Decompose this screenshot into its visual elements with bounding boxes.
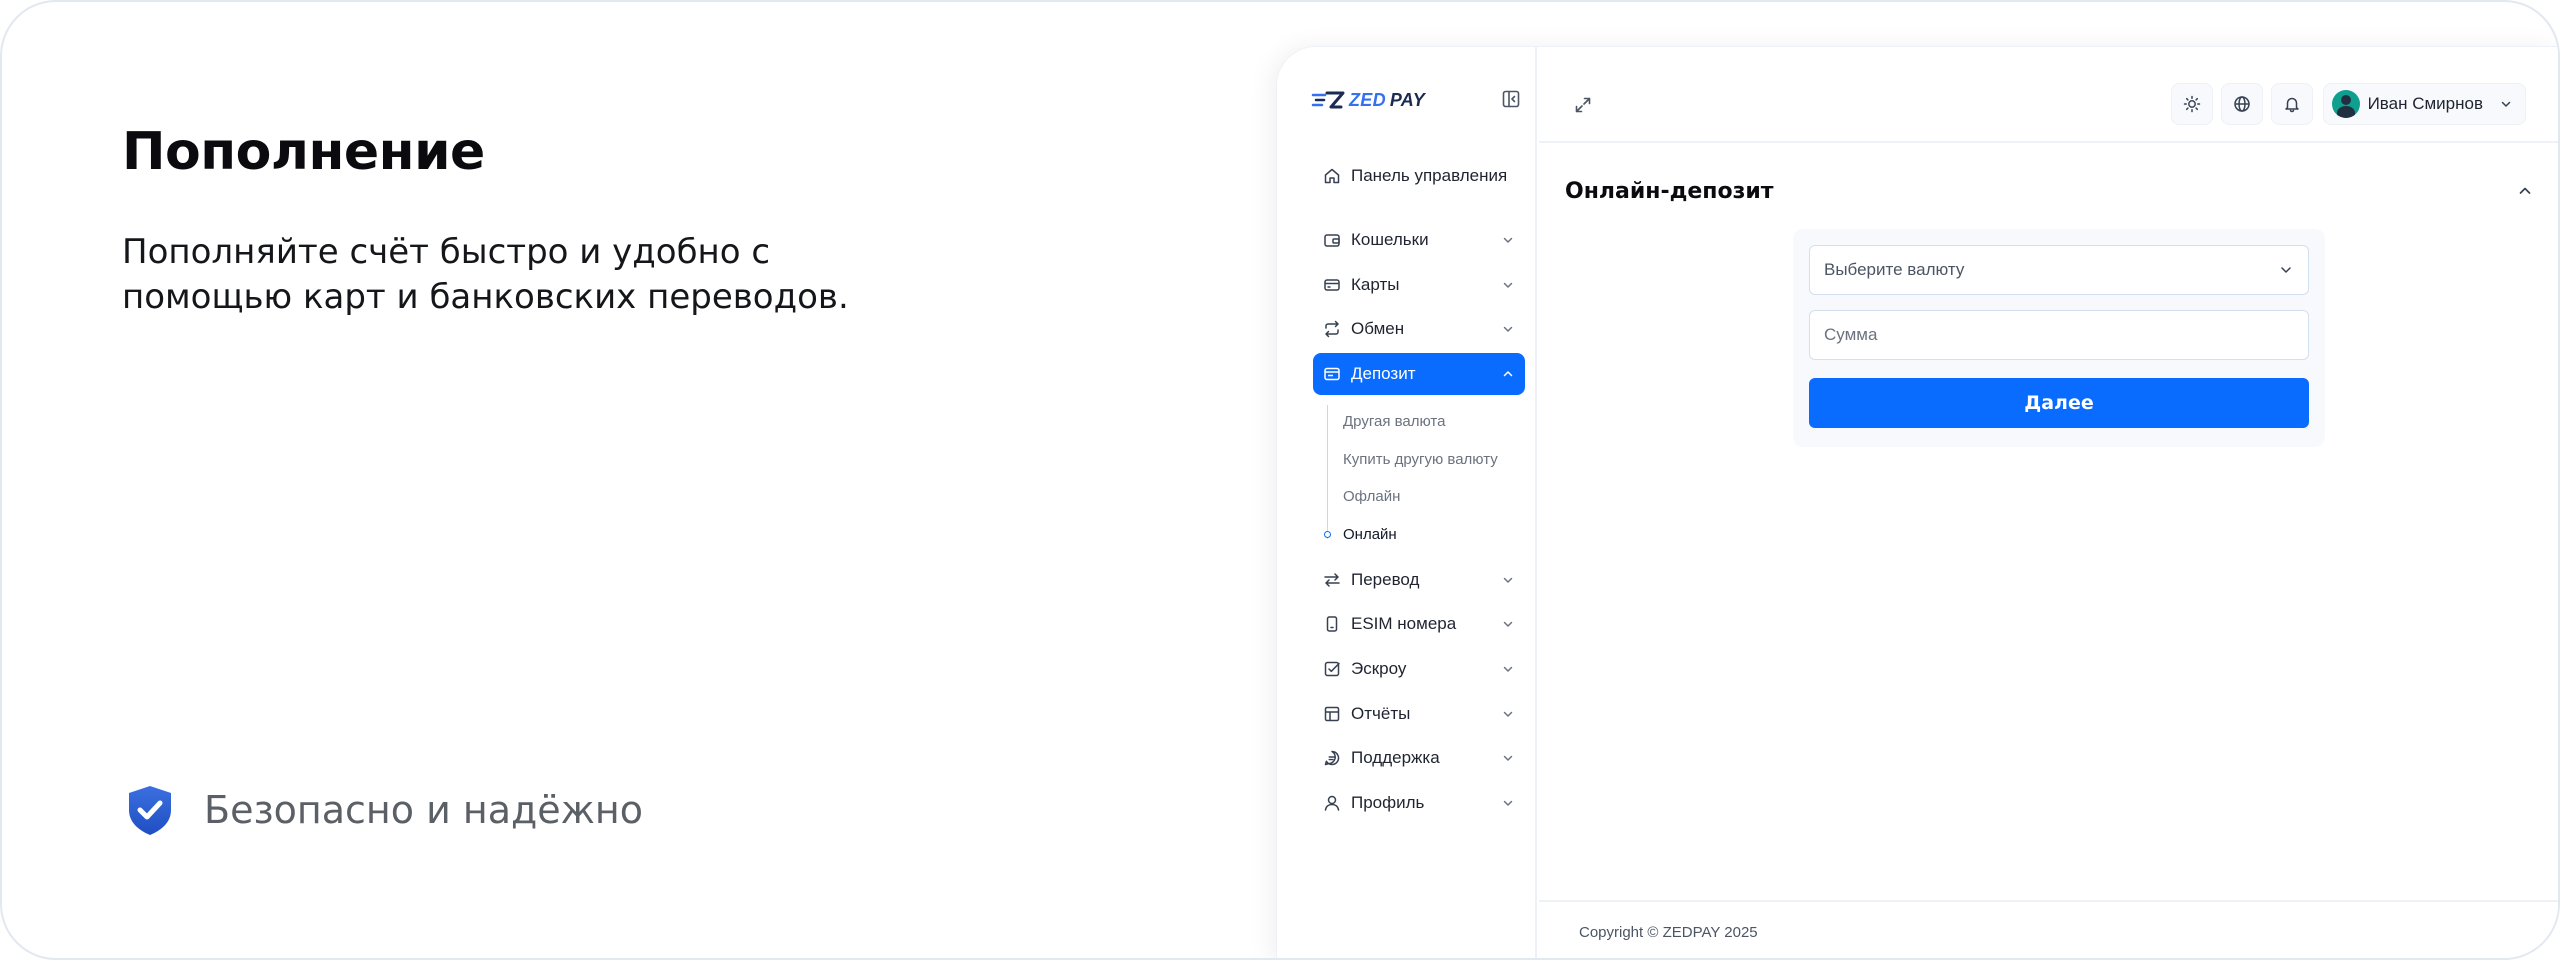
app-window: ZED PAY Панель управления Кошельки Карты…: [1276, 46, 2558, 958]
submenu-item-label: Онлайн: [1343, 525, 1397, 543]
language-button[interactable]: [2220, 83, 2263, 125]
chevron-down-icon: [1503, 326, 1513, 332]
sidebar-item-exchange[interactable]: Обмен: [1313, 308, 1525, 350]
logo-text: ZED PAY: [1349, 90, 1425, 111]
main-content: Иван Смирнов Онлайн-депозит Выберите вал…: [1539, 47, 2558, 958]
logo-mark-icon: [1311, 91, 1345, 109]
footer: Copyright © ZEDPAY 2025: [1539, 900, 2558, 958]
chevron-down-icon: [1503, 622, 1513, 628]
page-frame: Пополнение Пополняйте счёт быстро и удоб…: [0, 0, 2560, 960]
copyright-text: Copyright © ZEDPAY 2025: [1579, 923, 1758, 941]
theme-toggle-button[interactable]: [2170, 83, 2213, 125]
chevron-up-icon: [1503, 371, 1513, 377]
sidebar-item-label: Эскроу: [1351, 658, 1407, 678]
sidebar-item-label: Отчёты: [1351, 703, 1411, 723]
transfer-icon: [1324, 573, 1340, 587]
current-indicator-dot: [1324, 531, 1331, 539]
submenu-item-label: Офлайн: [1343, 488, 1401, 506]
chevron-up-icon[interactable]: [2516, 182, 2534, 200]
submenu-item-other-currency[interactable]: Другая валюта: [1343, 403, 1525, 441]
currency-select-value: Выберите валюту: [1824, 260, 1965, 279]
logo-suffix: PAY: [1389, 89, 1426, 110]
sidebar: ZED PAY Панель управления Кошельки Карты…: [1277, 47, 1537, 958]
brand-logo[interactable]: ZED PAY: [1311, 89, 1425, 111]
topbar-actions: Иван Смирнов: [2170, 83, 2526, 125]
sidebar-nav: Панель управления Кошельки Карты Обмен Д…: [1313, 155, 1525, 824]
chevron-down-icon: [1503, 282, 1513, 288]
chevron-down-icon: [2501, 101, 2511, 107]
sim-icon: [1326, 616, 1338, 633]
chevron-down-icon: [1503, 237, 1513, 243]
promo-description: Пополняйте счёт быстро и удобно с помощь…: [122, 232, 849, 317]
sidebar-item-label: ESIM номера: [1351, 614, 1457, 634]
sidebar-collapse-icon[interactable]: [1501, 89, 1521, 109]
next-button[interactable]: Далее: [1809, 378, 2309, 428]
sidebar-item-support[interactable]: Поддержка: [1313, 737, 1525, 779]
wallet-icon: [1324, 234, 1340, 247]
card-icon: [1324, 278, 1340, 291]
sidebar-item-cards[interactable]: Карты: [1313, 264, 1525, 306]
sidebar-item-label: Поддержка: [1351, 748, 1440, 768]
sidebar-item-label: Обмен: [1351, 319, 1405, 339]
chat-icon: [1324, 750, 1340, 766]
deposit-icon: [1324, 367, 1340, 381]
submenu-item-label: Купить другую валюту: [1343, 450, 1498, 468]
sidebar-item-label: Кошельки: [1351, 230, 1429, 249]
promo-feature-text: Безопасно и надёжно: [204, 788, 643, 832]
deposit-form: Выберите валюту Далее: [1793, 229, 2325, 447]
sidebar-item-dashboard[interactable]: Панель управления: [1313, 155, 1525, 197]
submenu-item-label: Другая валюта: [1343, 413, 1446, 431]
chevron-down-icon: [1503, 711, 1513, 717]
home-icon: [1324, 168, 1340, 184]
submenu-item-offline[interactable]: Офлайн: [1343, 478, 1525, 516]
logo-prefix: ZED: [1349, 89, 1386, 110]
globe-icon: [2233, 96, 2250, 112]
chevron-down-icon: [2281, 267, 2291, 273]
sun-icon: [2183, 95, 2200, 113]
sidebar-item-label: Панель управления: [1351, 166, 1508, 185]
user-icon: [1324, 795, 1340, 811]
bell-icon: [2284, 97, 2299, 113]
notifications-button[interactable]: [2270, 83, 2313, 125]
chevron-down-icon: [1503, 800, 1513, 806]
fullscreen-expand-icon[interactable]: [1573, 95, 1593, 115]
report-icon: [1324, 706, 1340, 721]
chevron-down-icon: [1503, 577, 1513, 583]
deposit-submenu: Другая валюта Купить другую валюту Офлай…: [1313, 395, 1525, 559]
promo-title: Пополнение: [122, 122, 485, 182]
submenu-item-buy-currency[interactable]: Купить другую валюту: [1343, 440, 1525, 478]
exchange-icon: [1325, 320, 1339, 338]
sidebar-item-label: Профиль: [1351, 792, 1425, 812]
checkbox-icon: [1324, 661, 1340, 677]
sidebar-item-wallets[interactable]: Кошельки: [1313, 219, 1525, 261]
sidebar-item-esim[interactable]: ESIM номера: [1313, 603, 1525, 645]
page-title: Онлайн-депозит: [1565, 178, 1774, 204]
sidebar-item-profile[interactable]: Профиль: [1313, 782, 1525, 824]
topbar: Иван Смирнов: [1539, 47, 2558, 143]
shield-check-icon: [129, 786, 171, 835]
card-header: Онлайн-депозит: [1565, 173, 2534, 209]
submenu-item-online[interactable]: Онлайн: [1324, 515, 1525, 553]
sidebar-item-label: Перевод: [1351, 569, 1420, 589]
sidebar-item-escrow[interactable]: Эскроу: [1313, 648, 1525, 690]
sidebar-item-label: Карты: [1351, 274, 1400, 294]
chevron-down-icon: [1503, 755, 1513, 761]
currency-select[interactable]: Выберите валюту: [1809, 245, 2309, 295]
user-name: Иван Смирнов: [2367, 94, 2483, 113]
sidebar-item-transfer[interactable]: Перевод: [1313, 559, 1525, 601]
sidebar-item-deposit[interactable]: Депозит: [1313, 352, 1525, 395]
chevron-down-icon: [1503, 666, 1513, 672]
sidebar-item-reports[interactable]: Отчёты: [1313, 693, 1525, 735]
avatar: [2331, 90, 2360, 118]
promo-feature: Безопасно и надёжно: [122, 782, 643, 838]
amount-input[interactable]: [1809, 310, 2309, 360]
user-menu-button[interactable]: Иван Смирнов: [2322, 83, 2526, 125]
sidebar-item-label: Депозит: [1351, 363, 1416, 383]
